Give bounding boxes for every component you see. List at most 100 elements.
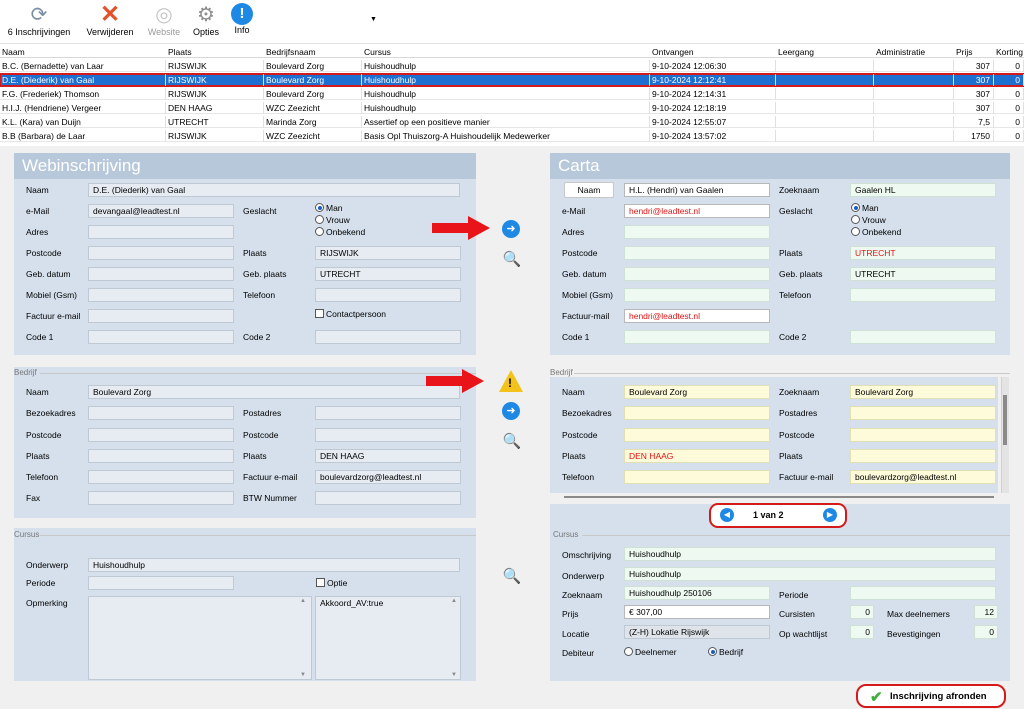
col-korting[interactable]: Korting [994,46,1024,58]
b-plaats2-field[interactable]: DEN HAAG [315,449,461,463]
telefoon-field[interactable] [315,288,461,302]
carta-b-plaats-field[interactable]: DEN HAAG [624,449,770,463]
carta-telefoon-field[interactable] [850,288,996,302]
onderwerp-field[interactable]: Huishoudhulp [88,558,460,572]
b-naam-field[interactable]: Boulevard Zorg [88,385,460,399]
carta-mobiel-field[interactable] [624,288,770,302]
b-telefoon-field[interactable] [88,470,234,484]
maxdeel-field[interactable]: 12 [974,605,998,619]
bevestigingen-field[interactable]: 0 [974,625,998,639]
prev-page-button[interactable]: ◀ [720,508,734,522]
dropdown-icon[interactable]: ▼ [370,16,377,23]
table-row[interactable]: D.E. (Diederik) van Gaal RIJSWIJK Boulevar… [0,73,1024,87]
col-leergang[interactable]: Leergang [776,46,874,58]
search-bedrijf-icon[interactable]: 🔍 [502,432,522,452]
carta-gender-vrouw-radio[interactable]: Vrouw [851,215,886,225]
mobiel-field[interactable] [88,288,234,302]
zoeknaam-field[interactable]: Gaalen HL [850,183,996,197]
scrollbar-thumb[interactable] [1003,395,1007,445]
periode-field[interactable] [88,576,234,590]
transfer-bedrijf-button[interactable]: ➜ [502,402,520,420]
omschrijving-field[interactable]: Huishoudhulp [624,547,996,561]
naam-button[interactable]: Naam [564,182,614,198]
opmerking2-field[interactable]: Akkoord_AV:true [315,596,461,680]
scroll-down-icon[interactable]: ▼ [451,672,457,678]
carta-c-zoeknaam-field[interactable]: Huishoudhulp 250106 [624,586,770,600]
inschrijving-afronden-button[interactable]: ✔ Inschrijving afronden [856,684,1006,708]
carta-postadres-field[interactable] [850,406,996,420]
carta-gebplaats-field[interactable]: UTRECHT [850,267,996,281]
carta-b-plaats2-field[interactable] [850,449,996,463]
locatie-field[interactable]: (Z-H) Lokatie Rijswijk [624,625,770,639]
b-factuur-field[interactable]: boulevardzorg@leadtest.nl [315,470,461,484]
next-page-button[interactable]: ▶ [823,508,837,522]
bezoekadres-field[interactable] [88,406,234,420]
email-field[interactable]: devangaal@leadtest.nl [88,204,234,218]
carta-bezoekadres-field[interactable] [624,406,770,420]
carta-code1-field[interactable] [624,330,770,344]
col-bedrijfsnaam[interactable]: Bedrijfsnaam [264,46,362,58]
gender-onbekend-radio[interactable]: Onbekend [315,227,365,237]
carta-b-postcode2-field[interactable] [850,428,996,442]
carta-onderwerp-field[interactable]: Huishoudhulp [624,567,996,581]
carta-gebdatum-field[interactable] [624,267,770,281]
inschrijvingen-button[interactable]: ⟳ 6 Inschrijvingen [4,3,74,37]
code2-field[interactable] [315,330,461,344]
info-button[interactable]: ! Info [230,3,254,35]
col-administratie[interactable]: Administratie [874,46,954,58]
carta-gender-onbekend-radio[interactable]: Onbekend [851,227,901,237]
table-row[interactable]: K.L. (Kara) van Duijn UTRECHT Marinda Zorg… [0,116,1024,128]
adres-field[interactable] [88,225,234,239]
carta-gender-man-radio[interactable]: Man [851,203,879,213]
opmerking-field[interactable] [88,596,312,680]
table-row[interactable]: F.G. (Frederiek) Thomson RIJSWIJK Boulevar… [0,88,1024,100]
carta-b-zoeknaam-field[interactable]: Boulevard Zorg [850,385,996,399]
horizontal-scrollbar[interactable] [564,496,994,498]
carta-plaats-field[interactable]: UTRECHT [850,246,996,260]
carta-code2-field[interactable] [850,330,996,344]
carta-naam-field[interactable]: H.L. (Hendri) van Gaalen [624,183,770,197]
factuur-field[interactable] [88,309,234,323]
scroll-up-icon[interactable]: ▲ [451,598,457,604]
carta-factuur-field[interactable]: hendri@leadtest.nl [624,309,770,323]
optie-checkbox[interactable]: Optie [316,578,347,588]
col-ontvangen[interactable]: Ontvangen [650,46,776,58]
fax-field[interactable] [88,491,234,505]
website-button[interactable]: ◎ Website [144,3,184,37]
plaats-field[interactable]: RIJSWIJK [315,246,461,260]
b-postcode-field[interactable] [88,428,234,442]
carta-email-field[interactable]: hendri@leadtest.nl [624,204,770,218]
col-cursus[interactable]: Cursus [362,46,650,58]
carta-b-postcode-field[interactable] [624,428,770,442]
wachtlijst-field[interactable]: 0 [850,625,874,639]
btw-field[interactable] [315,491,461,505]
search-cursus-icon[interactable]: 🔍 [502,567,522,587]
verwijderen-button[interactable]: ✕ Verwijderen [82,3,138,38]
deelnemer-radio[interactable]: Deelnemer [624,647,677,657]
gebdatum-field[interactable] [88,267,234,281]
scroll-down-icon[interactable]: ▼ [300,672,306,678]
prijs-field[interactable]: € 307,00 [624,605,770,619]
carta-postcode-field[interactable] [624,246,770,260]
bedrijf-radio[interactable]: Bedrijf [708,647,743,657]
scroll-up-icon[interactable]: ▲ [300,598,306,604]
gender-vrouw-radio[interactable]: Vrouw [315,215,350,225]
col-naam[interactable]: Naam [0,46,166,58]
b-plaats-field[interactable] [88,449,234,463]
cursisten-field[interactable]: 0 [850,605,874,619]
search-icon[interactable]: 🔍 [502,250,522,270]
col-prijs[interactable]: Prijs [954,46,994,58]
naam-field[interactable]: D.E. (Diederik) van Gaal [88,183,460,197]
gender-man-radio[interactable]: Man [315,203,343,213]
b-postcode2-field[interactable] [315,428,461,442]
postadres-field[interactable] [315,406,461,420]
transfer-button[interactable]: ➜ [502,220,520,238]
carta-b-naam-field[interactable]: Boulevard Zorg [624,385,770,399]
postcode-field[interactable] [88,246,234,260]
table-row[interactable]: B.C. (Bernadette) van Laar RIJSWIJK Boulev… [0,60,1024,72]
opties-button[interactable]: ⚙ Opties [190,3,222,37]
table-row[interactable]: H.I.J. (Hendriene) Vergeer DEN HAAG WZC Ze… [0,102,1024,114]
gebplaats-field[interactable]: UTRECHT [315,267,461,281]
carta-periode-field[interactable] [850,586,996,600]
carta-adres-field[interactable] [624,225,770,239]
